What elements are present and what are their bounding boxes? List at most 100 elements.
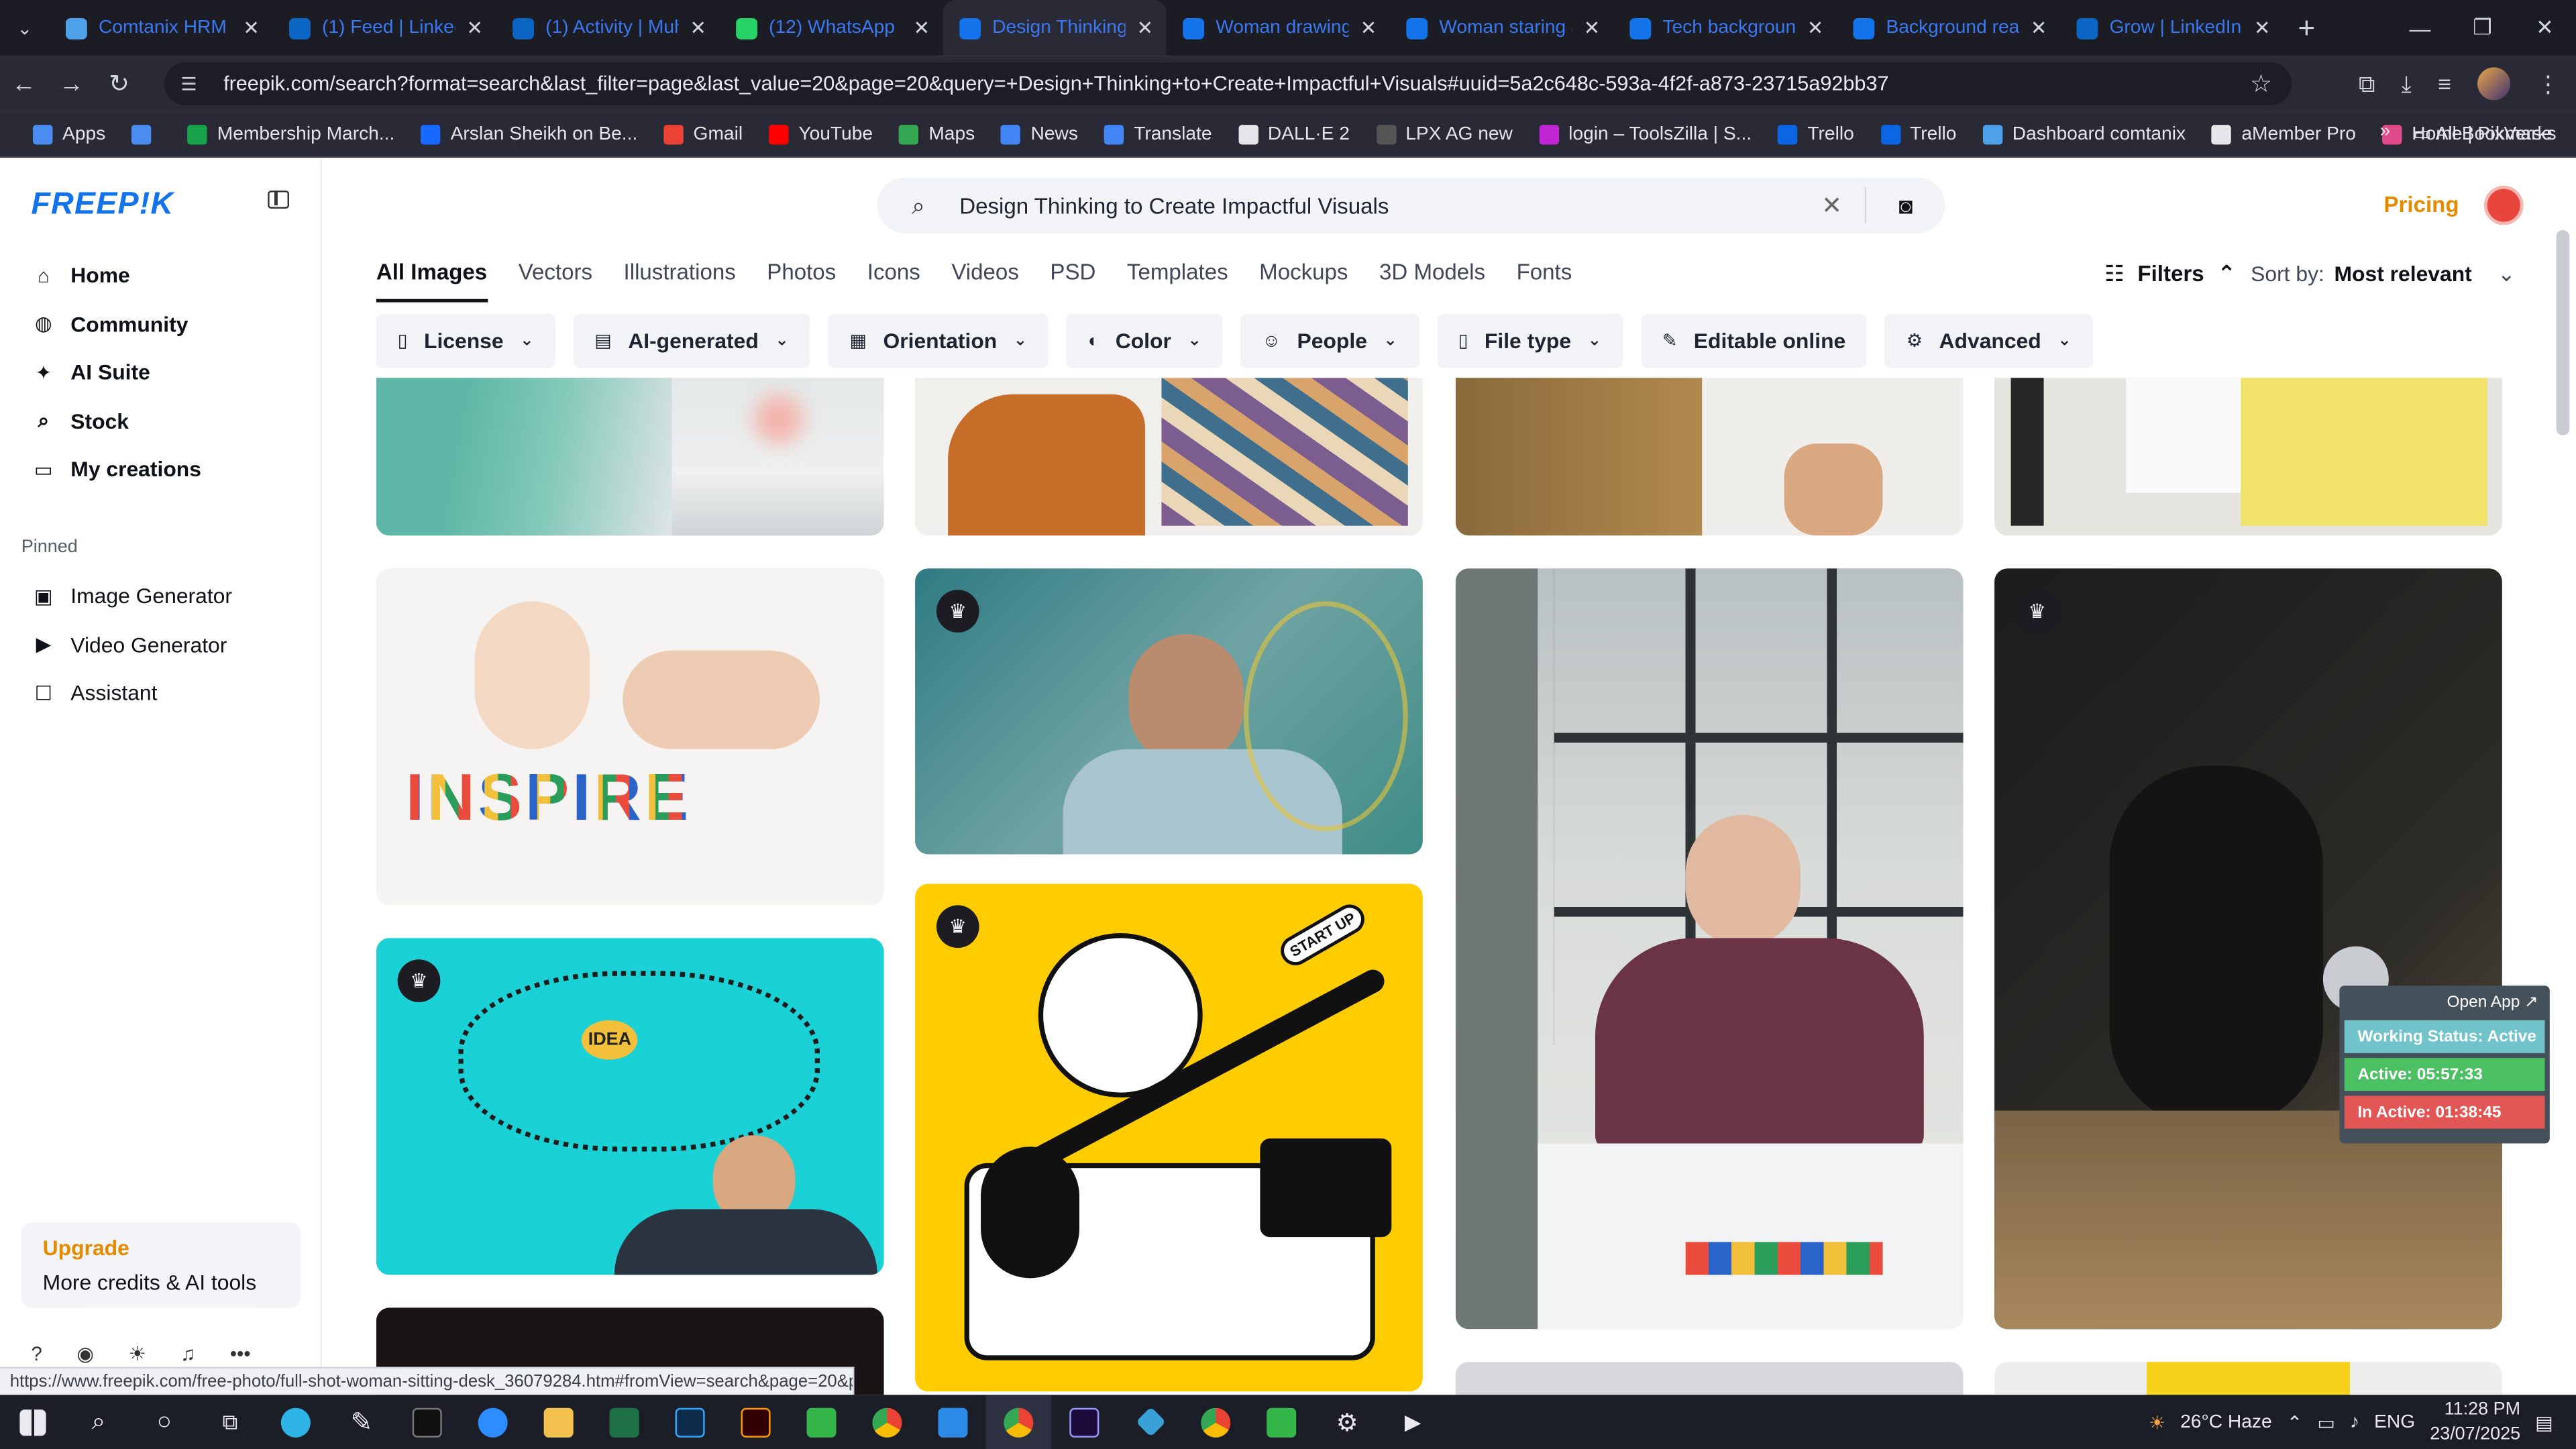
network-icon[interactable]: ▭	[2317, 1410, 2335, 1433]
app-diamond-icon[interactable]	[1117, 1395, 1183, 1449]
image-card[interactable]: ♛	[915, 568, 1423, 855]
more-icon[interactable]: •••	[230, 1342, 251, 1365]
bookmark-item[interactable]: Translate	[1091, 123, 1226, 144]
more-bookmarks-icon[interactable]: »	[2380, 121, 2391, 144]
edge-icon[interactable]	[263, 1395, 329, 1449]
minimize-icon[interactable]: —	[2389, 0, 2451, 56]
sidebar-item-community[interactable]: ◍ Community	[33, 300, 296, 348]
tab-search-icon[interactable]: ⌄	[0, 0, 49, 56]
bookmark-item[interactable]: Maps	[886, 123, 988, 144]
image-card[interactable]	[1455, 1362, 1964, 1395]
filter-advanced[interactable]: ⚙ Advanced ⌄	[1885, 313, 2093, 368]
media-icon[interactable]: ≡	[2438, 70, 2451, 97]
close-tab-icon[interactable]: ✕	[1807, 16, 1824, 39]
image-card[interactable]: START UP ♛	[915, 883, 1423, 1392]
close-tab-icon[interactable]: ✕	[2031, 16, 2047, 39]
pen-icon[interactable]: ✎	[329, 1395, 394, 1449]
open-app-link[interactable]: Open App ↗	[2345, 991, 2545, 1016]
close-tab-icon[interactable]: ✕	[913, 16, 930, 39]
filter-license[interactable]: ▯ License ⌄	[376, 313, 555, 368]
discord-icon[interactable]: ◉	[76, 1342, 94, 1365]
page-scrollbar[interactable]	[2556, 229, 2570, 435]
settings-icon[interactable]: ⚙	[1314, 1395, 1380, 1449]
close-tab-icon[interactable]: ✕	[1584, 16, 1601, 39]
bookmark-item[interactable]	[119, 123, 174, 144]
chrome-icon[interactable]	[854, 1395, 920, 1449]
browser-tab[interactable]: Grow | LinkedIn ✕	[2060, 0, 2284, 56]
bookmark-item[interactable]: Dashboard comtanix	[1970, 123, 2199, 144]
terminal-icon[interactable]	[394, 1395, 460, 1449]
media-player-icon[interactable]: ▶	[1380, 1395, 1446, 1449]
chrome-alt-icon[interactable]	[1183, 1395, 1248, 1449]
image-card[interactable]	[1455, 378, 1964, 536]
image-card[interactable]	[1994, 1362, 2502, 1395]
menu-icon[interactable]: ⋮	[2536, 70, 2559, 98]
bookmark-item[interactable]: Arslan Sheikh on Be...	[408, 123, 651, 144]
browser-tab[interactable]: (1) Activity | Muh ✕	[496, 0, 720, 56]
site-info-icon[interactable]: ☰	[180, 73, 207, 94]
extensions-icon[interactable]: ⧉	[2359, 70, 2375, 98]
collapse-sidebar-icon[interactable]	[268, 191, 290, 209]
vscode-icon[interactable]	[920, 1395, 985, 1449]
browser-tab[interactable]: Comtanix HRM ✕	[49, 0, 272, 56]
upgrade-card[interactable]: Upgrade More credits & AI tools	[21, 1222, 301, 1308]
bookmark-item[interactable]: Apps	[19, 123, 118, 144]
lang-indicator[interactable]: ENG	[2374, 1412, 2415, 1432]
filter-people[interactable]: ☺ People ⌄	[1240, 313, 1419, 368]
tab-templates[interactable]: Templates	[1127, 260, 1228, 303]
bookmark-star-icon[interactable]: ☆	[2250, 69, 2272, 99]
zoom-icon[interactable]	[460, 1395, 526, 1449]
browser-tab[interactable]: Background realis ✕	[1837, 0, 2060, 56]
close-window-icon[interactable]: ✕	[2514, 0, 2576, 56]
browser-tab[interactable]: Tech background ✕	[1613, 0, 1837, 56]
download-icon[interactable]: ⤓	[2402, 70, 2412, 98]
browser-tab[interactable]: (1) Feed | LinkedIn ✕	[273, 0, 496, 56]
bookmark-item[interactable]: login – ToolsZilla | S...	[1526, 123, 1765, 144]
filters-button[interactable]: ☷ Filters ⌃	[2104, 261, 2236, 287]
tab-photos[interactable]: Photos	[767, 260, 836, 303]
sidebar-item-stock[interactable]: ⌕ Stock	[33, 396, 296, 445]
tab-videos[interactable]: Videos	[951, 260, 1019, 303]
photoshop-icon[interactable]	[657, 1395, 723, 1449]
browser-tab[interactable]: Woman staring at ✕	[1390, 0, 1613, 56]
bookmark-item[interactable]: Gmail	[651, 123, 756, 144]
back-icon[interactable]: ←	[0, 70, 48, 98]
restore-icon[interactable]: ❐	[2451, 0, 2514, 56]
image-card[interactable]: IDEA ♛	[376, 938, 884, 1275]
notification-center-icon[interactable]: ▤	[2535, 1410, 2553, 1433]
user-avatar[interactable]	[2483, 185, 2524, 225]
all-bookmarks[interactable]: ▭ All Bookmarks	[2414, 121, 2557, 144]
volume-icon[interactable]: ♪	[2350, 1412, 2359, 1432]
image-card[interactable]: INSPIRE	[376, 568, 884, 906]
sidebar-item-assistant[interactable]: ☐ Assistant	[33, 669, 232, 717]
image-card[interactable]	[1994, 378, 2502, 536]
sidebar-item-home[interactable]: ⌂ Home	[33, 252, 296, 300]
bookmark-item[interactable]: LPX AG new	[1363, 123, 1526, 144]
sidebar-item-my-creations[interactable]: ▭ My creations	[33, 445, 296, 494]
app-green2-icon[interactable]	[1248, 1395, 1314, 1449]
search-taskbar-icon[interactable]: ⌕	[66, 1395, 131, 1449]
tray-chevron-icon[interactable]: ⌃	[2287, 1410, 2303, 1433]
reload-icon[interactable]: ↻	[95, 69, 143, 99]
bookmark-item[interactable]: Membership March...	[174, 123, 408, 144]
close-tab-icon[interactable]: ✕	[1360, 16, 1377, 39]
filter-ai-generated[interactable]: ▤ AI-generated ⌄	[573, 313, 810, 368]
tab-all-images[interactable]: All Images	[376, 260, 488, 303]
clock[interactable]: 11:28 PM 23/07/2025	[2430, 1397, 2520, 1446]
weather-text[interactable]: 26°C Haze	[2180, 1412, 2272, 1432]
freepik-logo[interactable]: FREEP!K	[32, 187, 174, 223]
image-card[interactable]: ♛	[1994, 568, 2502, 1330]
tab-psd[interactable]: PSD	[1050, 260, 1095, 303]
close-tab-icon[interactable]: ✕	[466, 16, 483, 39]
notifications-icon[interactable]: ♫	[180, 1342, 195, 1365]
premiere-icon[interactable]	[1051, 1395, 1117, 1449]
chrome-active-icon[interactable]	[985, 1395, 1052, 1449]
profile-avatar[interactable]	[2477, 67, 2511, 101]
task-view-icon[interactable]: ⧉	[197, 1395, 263, 1449]
close-tab-icon[interactable]: ✕	[690, 16, 706, 39]
weather-icon[interactable]: ☀	[2149, 1410, 2165, 1433]
tab-mockups[interactable]: Mockups	[1259, 260, 1348, 303]
new-tab-button[interactable]: +	[2284, 11, 2330, 45]
theme-icon[interactable]: ☀	[128, 1342, 146, 1365]
sidebar-item-ai-suite[interactable]: ✦ AI Suite	[33, 348, 296, 396]
